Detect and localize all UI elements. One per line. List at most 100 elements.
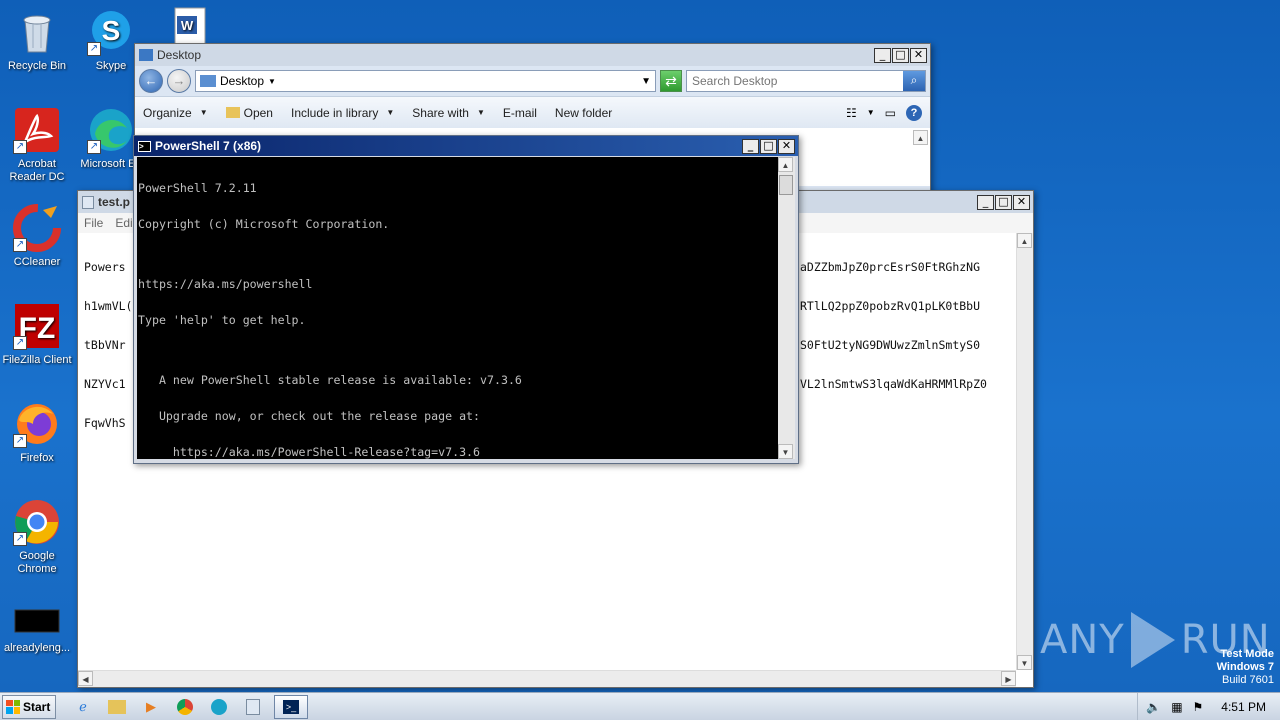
search-icon[interactable]: ⌕ [903, 71, 925, 91]
desktop-icon-label: Acrobat Reader DC [9, 158, 65, 183]
chevron-down-icon[interactable]: ▼ [268, 77, 276, 86]
chevron-down-icon[interactable]: ▼ [867, 108, 875, 117]
maximize-button[interactable]: □ [892, 47, 909, 63]
desktop-icon-label: Firefox [20, 452, 54, 464]
svg-text:S: S [102, 15, 121, 46]
preview-pane-icon[interactable]: ▭ [885, 106, 896, 120]
filezilla-icon: FZ ↗ [13, 302, 61, 350]
text-line: NZYVc1 [84, 377, 126, 391]
taskbar-explorer-icon[interactable] [104, 695, 130, 719]
close-button[interactable]: ✕ [778, 138, 795, 154]
scroll-down-arrow[interactable]: ▼ [778, 444, 793, 459]
chevron-down-icon: ▼ [199, 108, 208, 117]
address-dropdown-icon[interactable]: ▼ [641, 76, 651, 87]
file-thumbnail-icon [13, 608, 61, 638]
maximize-button[interactable]: □ [995, 194, 1012, 210]
address-text: Desktop [220, 74, 265, 88]
minimize-button[interactable]: _ [977, 194, 994, 210]
desktop-icon-recycle-bin[interactable]: Recycle Bin [0, 8, 74, 73]
forward-button[interactable]: → [167, 69, 191, 93]
close-button[interactable]: ✕ [1013, 194, 1030, 210]
close-button[interactable]: ✕ [910, 47, 927, 63]
shortcut-arrow-icon: ↗ [13, 434, 27, 448]
console-line: Type 'help' to get help. [138, 313, 306, 327]
console-line: Copyright (c) Microsoft Corporation. [138, 217, 390, 231]
organize-label: Organize [143, 105, 192, 120]
desktop-icon-alreadyleng[interactable]: alreadyleng... [0, 608, 74, 655]
console-line: Upgrade now, or check out the release pa… [138, 409, 481, 423]
test-mode-notice: Test Mode Windows 7 Build 7601 [1217, 648, 1274, 687]
scroll-down-arrow[interactable]: ▼ [1017, 655, 1032, 670]
taskbar-edge-icon[interactable] [206, 695, 232, 719]
scroll-up-arrow[interactable]: ▲ [778, 157, 793, 172]
windows-logo-icon [6, 699, 20, 714]
firefox-icon: ↗ [13, 400, 61, 448]
console-scrollbar[interactable]: ▲ ▼ [778, 157, 795, 459]
new-folder-button[interactable]: New folder [555, 106, 612, 120]
desktop-icon-acrobat[interactable]: ↗ Acrobat Reader DC [0, 106, 74, 184]
action-center-flag-icon[interactable]: ⚑ [1193, 700, 1204, 714]
scroll-up-arrow[interactable]: ▲ [1017, 233, 1032, 248]
svg-text:W: W [181, 18, 194, 33]
notepad-right-text: aDZZbmJpZ0prcEsrS0FtRGhzNG RTlLQ2ppZ0pob… [800, 235, 987, 417]
desktop-icon-ccleaner[interactable]: ↗ CCleaner [0, 204, 74, 269]
taskbar-chrome-icon[interactable] [172, 695, 198, 719]
computer-icon [200, 75, 216, 87]
console-line: A new PowerShell stable release is avail… [138, 373, 522, 387]
taskbar-media-player-icon[interactable]: ▶ [138, 695, 164, 719]
edge-icon: ↗ [87, 106, 135, 154]
search-field[interactable]: ⌕ [686, 70, 926, 92]
desktop-icon-chrome[interactable]: ↗ Google Chrome [0, 498, 74, 576]
console-line: PowerShell 7.2.11 [138, 181, 257, 195]
network-icon[interactable]: ▦ [1171, 700, 1182, 714]
scroll-right-arrow[interactable]: ▶ [1001, 671, 1016, 686]
ccleaner-icon: ↗ [13, 204, 61, 252]
back-button[interactable]: ← [139, 69, 163, 93]
shortcut-arrow-icon: ↗ [87, 140, 101, 154]
explorer-titlebar[interactable]: Desktop _ □ ✕ [135, 44, 930, 66]
view-options-icon[interactable]: ☷ [846, 106, 857, 120]
email-button[interactable]: E-mail [503, 106, 537, 120]
play-logo-icon [1130, 612, 1175, 668]
shortcut-arrow-icon: ↗ [13, 238, 27, 252]
powershell-console[interactable]: PowerShell 7.2.11 Copyright (c) Microsof… [137, 157, 778, 459]
minimize-button[interactable]: _ [874, 47, 891, 63]
text-line: RTlLQ2ppZ0pobzRvQ1pLK0tBbU [800, 299, 981, 313]
start-button[interactable]: Start [2, 694, 56, 719]
share-with-button[interactable]: Share with ▼ [412, 106, 485, 120]
vertical-scrollbar[interactable]: ▲ ▼ [1016, 233, 1033, 670]
desktop-icon-firefox[interactable]: ↗ Firefox [0, 400, 74, 465]
taskbar-notepad-icon[interactable] [240, 695, 266, 719]
desktop-icon-label: CCleaner [13, 256, 61, 268]
minimize-button[interactable]: _ [742, 138, 759, 154]
organize-button[interactable]: Organize ▼ [143, 106, 208, 120]
console-line: https://aka.ms/powershell [138, 277, 313, 291]
desktop-icon-filezilla[interactable]: FZ ↗ FileZilla Client [0, 302, 74, 367]
horizontal-scrollbar[interactable]: ◀ ▶ [78, 670, 1016, 687]
address-row: ← → Desktop ▼ ▼ ⇄ ⌕ [135, 66, 930, 96]
desktop-icon-label: Google Chrome [17, 550, 57, 575]
text-line: h1wmVL( [84, 299, 133, 313]
desktop: Recycle Bin S ↗ Skype W ↗ Acrobat Reader… [0, 0, 1280, 692]
menu-file[interactable]: File [84, 216, 103, 230]
address-bar[interactable]: Desktop ▼ ▼ [195, 70, 656, 92]
help-icon[interactable]: ? [906, 104, 922, 121]
scroll-up-arrow[interactable]: ▲ [913, 130, 928, 145]
email-label: E-mail [502, 105, 537, 120]
volume-icon[interactable]: 🔈 [1146, 700, 1161, 714]
refresh-button[interactable]: ⇄ [660, 70, 682, 92]
shortcut-arrow-icon: ↗ [13, 336, 27, 350]
taskbar-powershell-icon[interactable]: >_ [274, 694, 308, 719]
clock[interactable]: 4:51 PM [1221, 700, 1266, 714]
scroll-left-arrow[interactable]: ◀ [78, 671, 93, 686]
notepad-icon [82, 195, 94, 209]
open-button[interactable]: Open [225, 106, 273, 120]
taskbar-ie-icon[interactable]: ℯ [70, 695, 96, 719]
powershell-titlebar[interactable]: > PowerShell 7 (x86) _ □ ✕ [134, 136, 798, 156]
desktop-icon-label: alreadyleng... [3, 642, 71, 654]
search-input[interactable] [692, 74, 903, 88]
command-bar: Organize ▼ Open Include in library ▼ Share… [135, 96, 930, 128]
maximize-button[interactable]: □ [760, 138, 777, 154]
include-in-library-button[interactable]: Include in library ▼ [291, 106, 394, 120]
scrollbar-thumb[interactable] [779, 175, 793, 195]
